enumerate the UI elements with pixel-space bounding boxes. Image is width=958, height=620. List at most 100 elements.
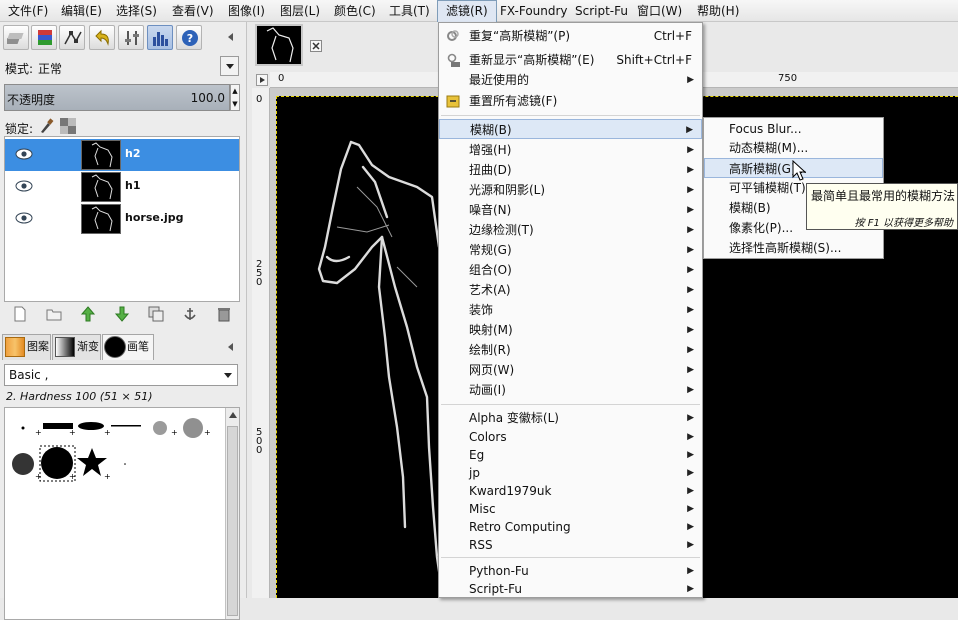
opacity-slider[interactable]: 不透明度 100.0	[4, 84, 230, 111]
menu-item-artistic[interactable]: 艺术(A) ▶	[439, 280, 702, 300]
menu-item-render[interactable]: 绘制(R) ▶	[439, 340, 702, 360]
menu-select[interactable]: 选择(S)	[108, 0, 165, 22]
tab-gradients[interactable]: 渐变	[52, 334, 101, 360]
layer-row-horse[interactable]: horse.jpg	[5, 203, 239, 235]
menu-item-repeat-gaussian[interactable]: 重复“高斯模糊”(P) Ctrl+F	[439, 26, 702, 46]
menu-item-colors[interactable]: Colors ▶	[439, 427, 702, 447]
image-menu-arrow-icon[interactable]	[256, 74, 268, 86]
menu-item-animation[interactable]: 动画(I) ▶	[439, 380, 702, 400]
mode-value[interactable]: 正常	[38, 60, 62, 77]
menu-filters[interactable]: 滤镜(R)	[437, 0, 497, 22]
scroll-up-arrow-icon[interactable]	[228, 411, 238, 419]
submenu-arrow-icon: ▶	[687, 145, 694, 155]
paths-tab-button[interactable]	[59, 25, 85, 50]
visibility-eye-icon[interactable]	[15, 148, 33, 160]
menu-item-rss[interactable]: RSS ▶	[439, 535, 702, 555]
ruler-tick-label: 0	[278, 73, 285, 84]
help-tab-button[interactable]: ?	[176, 25, 202, 50]
submenu-arrow-icon: ▶	[687, 504, 694, 514]
menu-item-light-shadow[interactable]: 光源和阴影(L) ▶	[439, 180, 702, 200]
lock-pixels-brush-icon[interactable]	[38, 118, 54, 134]
menu-item-reshow-gaussian[interactable]: 重新显示“高斯模糊”(E) Shift+Ctrl+F	[439, 50, 702, 70]
menu-item-script-fu[interactable]: Script-Fu ▶	[439, 579, 702, 599]
menu-item-blur[interactable]: 模糊(B) ▶	[439, 119, 702, 139]
menu-item-label: 模糊(B)	[729, 201, 771, 215]
menu-item-reset-filters[interactable]: 重置所有滤镜(F)	[439, 91, 702, 111]
menu-item-web[interactable]: 网页(W) ▶	[439, 360, 702, 380]
duplicate-layer-icon[interactable]	[148, 306, 164, 322]
tool-options-tab-button[interactable]	[118, 25, 144, 50]
menu-item-jp[interactable]: jp ▶	[439, 463, 702, 483]
tab-patterns[interactable]: 图案	[2, 334, 51, 360]
layer-row-h1[interactable]: h1	[5, 171, 239, 203]
brush-grid: + + + + + + + +	[4, 407, 240, 620]
menu-item-label: 动态模糊(M)...	[729, 141, 809, 155]
ruler-tick-label: 5 0 0	[256, 427, 263, 456]
menu-windows[interactable]: 窗口(W)	[629, 0, 690, 22]
menu-item-alpha-to-logo[interactable]: Alpha 变徽标(L) ▶	[439, 408, 702, 428]
dock-menu-arrow-icon[interactable]	[226, 342, 236, 352]
menu-help[interactable]: 帮助(H)	[689, 0, 747, 22]
brush-previews[interactable]: + + + + + + + +	[5, 408, 225, 508]
layers-tab-button[interactable]	[3, 25, 29, 50]
menu-item-map[interactable]: 映射(M) ▶	[439, 320, 702, 340]
menu-item-label: 装饰	[469, 303, 494, 317]
menu-item-enhance[interactable]: 增强(H) ▶	[439, 140, 702, 160]
menu-item-label: 网页(W)	[469, 363, 515, 377]
close-image-tab-icon[interactable]	[310, 40, 322, 52]
menu-item-retro-computing[interactable]: Retro Computing ▶	[439, 517, 702, 537]
menu-colors[interactable]: 颜色(C)	[326, 0, 384, 22]
delete-layer-icon[interactable]	[216, 306, 232, 322]
menu-item-edge-detect[interactable]: 边缘检测(T) ▶	[439, 220, 702, 240]
undo-history-tab-button[interactable]	[89, 25, 115, 50]
menu-tools[interactable]: 工具(T)	[381, 0, 438, 22]
layer-thumbnail	[81, 172, 121, 202]
layers-list: h2 h1 horse.jpg	[4, 136, 240, 302]
menu-item-label: 重新显示“高斯模糊”(E)	[469, 53, 595, 67]
menu-item-label: 光源和阴影(L)	[469, 183, 546, 197]
submenu-item-focus-blur[interactable]: Focus Blur...	[704, 119, 883, 139]
mode-dropdown-button[interactable]	[220, 56, 239, 76]
gradient-swatch-icon	[55, 337, 75, 357]
image-tab-thumbnail[interactable]	[255, 24, 303, 66]
menu-view[interactable]: 查看(V)	[164, 0, 222, 22]
layer-row-h2[interactable]: h2	[5, 139, 239, 171]
opacity-spin-buttons[interactable]: ▲ ▼	[230, 84, 240, 111]
new-layer-group-icon[interactable]	[46, 306, 62, 322]
menu-layer[interactable]: 图层(L)	[272, 0, 328, 22]
menu-item-python-fu[interactable]: Python-Fu ▶	[439, 561, 702, 581]
menu-item-noise[interactable]: 噪音(N) ▶	[439, 200, 702, 220]
menu-fx-foundry[interactable]: FX-Foundry	[492, 0, 576, 22]
menu-item-decor[interactable]: 装饰 ▶	[439, 300, 702, 320]
scrollbar-thumb[interactable]	[227, 426, 238, 616]
submenu-item-motion-blur[interactable]: 动态模糊(M)...	[704, 138, 883, 158]
svg-text:+: +	[171, 428, 178, 437]
menu-item-misc[interactable]: Misc ▶	[439, 499, 702, 519]
menu-item-kward1979uk[interactable]: Kward1979uk ▶	[439, 481, 702, 501]
ruler-tick-label: 750	[778, 73, 798, 84]
anchor-layer-icon[interactable]	[182, 306, 198, 322]
menu-image[interactable]: 图像(I)	[220, 0, 273, 22]
menu-item-generic[interactable]: 常规(G) ▶	[439, 240, 702, 260]
submenu-item-selective-gaussian[interactable]: 选择性高斯模糊(S)...	[704, 238, 883, 258]
menu-item-distorts[interactable]: 扭曲(D) ▶	[439, 160, 702, 180]
raise-layer-icon[interactable]	[80, 306, 96, 322]
menu-item-label: 艺术(A)	[469, 283, 511, 297]
histogram-tab-button[interactable]	[147, 25, 173, 50]
channels-tab-button[interactable]	[31, 25, 57, 50]
menu-script-fu[interactable]: Script-Fu	[567, 0, 636, 22]
visibility-eye-icon[interactable]	[15, 180, 33, 192]
lower-layer-icon[interactable]	[114, 306, 130, 322]
menu-edit[interactable]: 编辑(E)	[53, 0, 110, 22]
visibility-eye-icon[interactable]	[15, 212, 33, 224]
menu-file[interactable]: 文件(F)	[0, 0, 56, 22]
menu-item-recently-used[interactable]: 最近使用的 ▶	[439, 70, 702, 90]
brush-preset-select[interactable]: Basic ,	[4, 364, 238, 386]
dock-menu-arrow-icon[interactable]	[226, 32, 236, 42]
tab-brushes[interactable]: 画笔	[102, 334, 154, 360]
lock-alpha-checker-icon[interactable]	[60, 118, 76, 134]
menu-item-combine[interactable]: 组合(O) ▶	[439, 260, 702, 280]
menu-item-eg[interactable]: Eg ▶	[439, 445, 702, 465]
new-layer-icon[interactable]	[12, 306, 28, 322]
brush-grid-scrollbar[interactable]	[225, 408, 239, 619]
